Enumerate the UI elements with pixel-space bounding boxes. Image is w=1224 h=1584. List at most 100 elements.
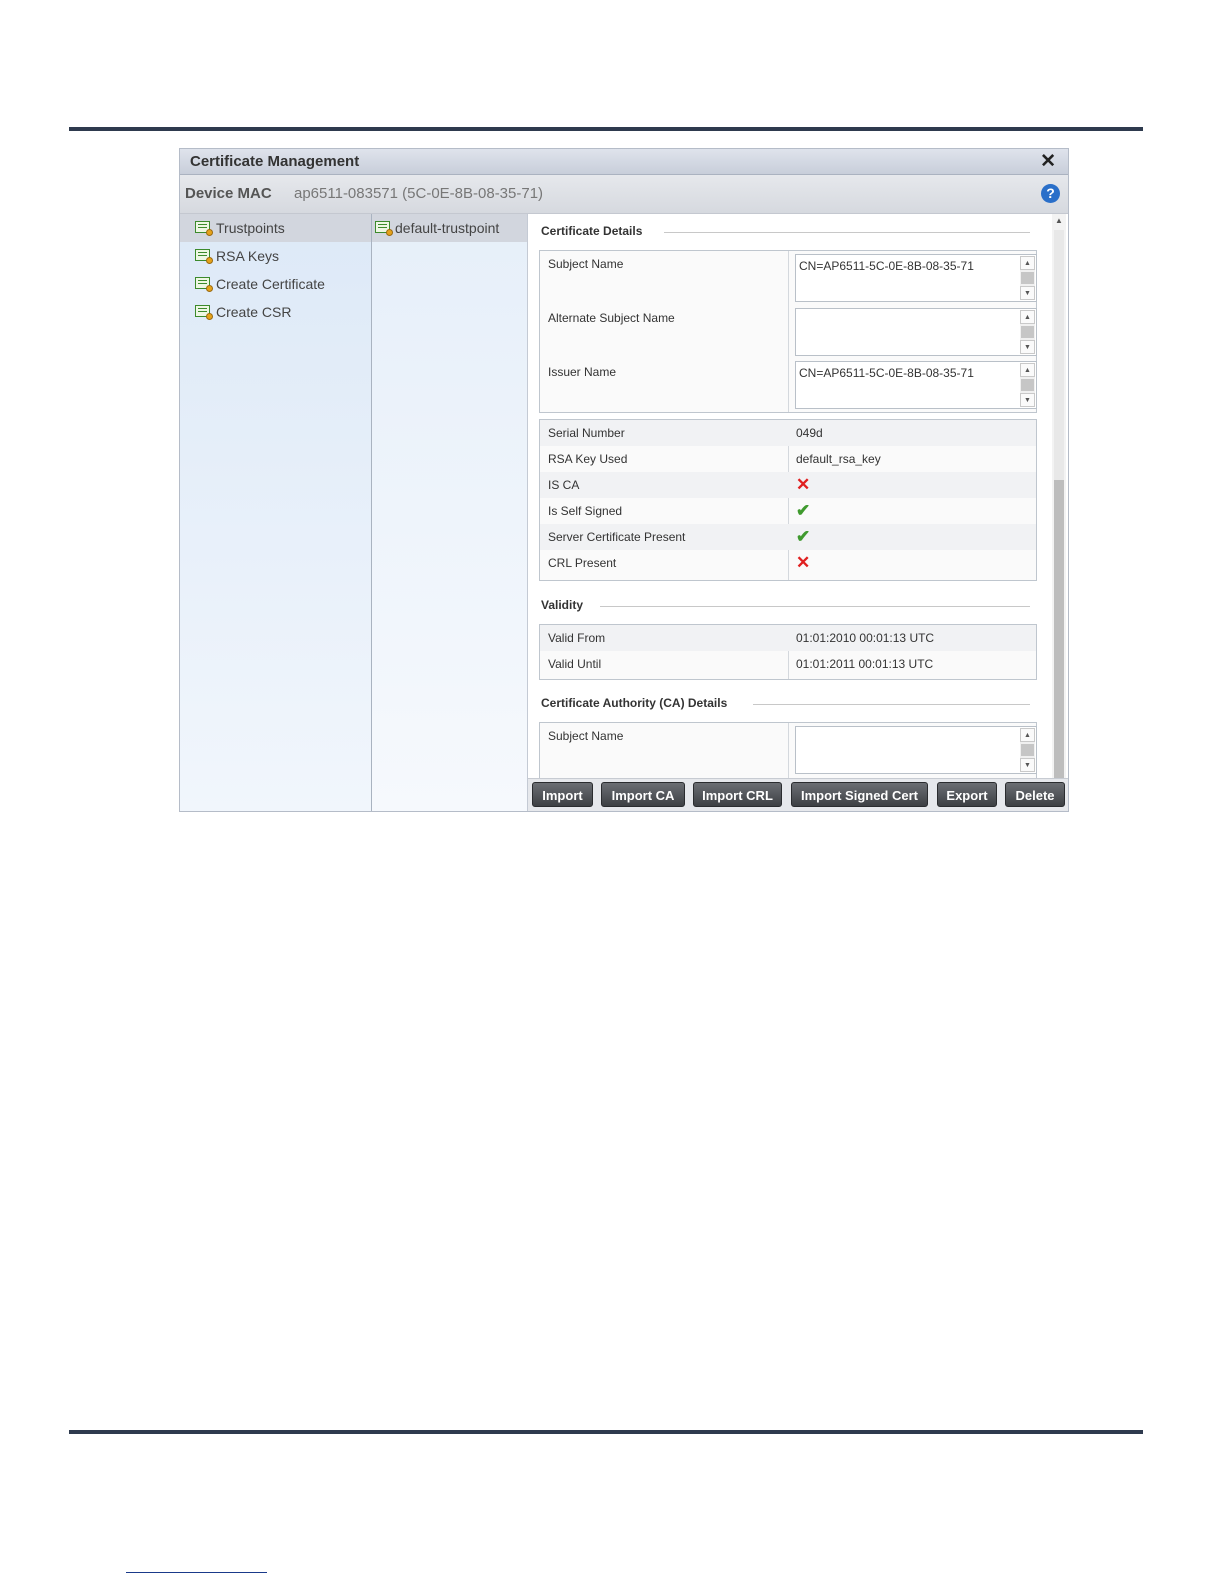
- import-button[interactable]: Import: [532, 782, 593, 807]
- details-scroll-area: Certificate Details Subject Name CN=AP65…: [528, 214, 1050, 781]
- textarea-scrollbar[interactable]: ▲ ▼: [1020, 310, 1035, 354]
- certificate-icon: [195, 277, 213, 292]
- top-rule: [69, 127, 1143, 131]
- table-row: IS CA ✕: [540, 472, 1036, 498]
- trustpoint-list: default-trustpoint: [372, 214, 528, 811]
- close-icon[interactable]: ✕: [1040, 150, 1056, 173]
- property-value: 049d: [796, 426, 823, 440]
- details-panel: Certificate Details Subject Name CN=AP65…: [528, 214, 1068, 811]
- ca-subject-name-label: Subject Name: [548, 729, 624, 743]
- nav-item-label: Trustpoints: [216, 220, 285, 236]
- nav-item-rsa-keys[interactable]: RSA Keys: [180, 242, 371, 270]
- textarea-scrollbar[interactable]: ▲ ▼: [1020, 256, 1035, 300]
- cross-icon: ✕: [796, 553, 811, 572]
- property-label: Server Certificate Present: [548, 530, 686, 544]
- property-label: Is Self Signed: [548, 504, 623, 518]
- validity-value: 01:01:2010 00:01:13 UTC: [796, 631, 935, 645]
- scroll-up-icon[interactable]: ▲: [1020, 363, 1035, 377]
- property-label: IS CA: [548, 478, 580, 492]
- certificate-icon: [375, 221, 393, 236]
- dialog-title: Certificate Management: [190, 153, 360, 170]
- property-value: default_rsa_key: [796, 452, 881, 466]
- alt-subject-name-field[interactable]: ▲ ▼: [795, 308, 1037, 356]
- scroll-down-icon[interactable]: ▼: [1020, 758, 1035, 772]
- table-row: Serial Number 049d: [540, 420, 1036, 446]
- import-signed-cert-button[interactable]: Import Signed Cert: [791, 782, 928, 807]
- ca-details-box: Subject Name ▲ ▼: [539, 722, 1037, 781]
- scroll-up-icon[interactable]: ▲: [1020, 256, 1035, 270]
- certificate-icon: [195, 221, 213, 236]
- subject-name-value: CN=AP6511-5C-0E-8B-08-35-71: [799, 259, 974, 273]
- trustpoint-item-default[interactable]: default-trustpoint: [372, 214, 527, 242]
- textarea-scrollbar[interactable]: ▲ ▼: [1020, 728, 1035, 772]
- validity-value: 01:01:2011 00:01:13 UTC: [796, 657, 934, 671]
- table-row: Valid From 01:01:2010 00:01:13 UTC: [540, 625, 1036, 651]
- nav-item-label: Create Certificate: [216, 276, 325, 292]
- trustpoint-label: default-trustpoint: [395, 220, 500, 236]
- device-mac-label: Device MAC: [185, 185, 272, 202]
- section-divider: [664, 232, 1030, 233]
- device-mac-bar: Device MAC ap6511-083571 (5C-0E-8B-08-35…: [180, 175, 1068, 214]
- certificate-icon: [195, 249, 213, 264]
- property-label: Serial Number: [548, 426, 625, 440]
- certificate-icon: [195, 305, 213, 320]
- textarea-scrollbar[interactable]: ▲ ▼: [1020, 363, 1035, 407]
- alt-subject-name-label: Alternate Subject Name: [548, 311, 675, 325]
- import-ca-button[interactable]: Import CA: [601, 782, 685, 807]
- ca-subject-name-field[interactable]: ▲ ▼: [795, 726, 1037, 774]
- subject-name-field[interactable]: CN=AP6511-5C-0E-8B-08-35-71 ▲ ▼: [795, 254, 1037, 302]
- device-mac-value: ap6511-083571 (5C-0E-8B-08-35-71): [294, 185, 544, 202]
- validity-label: Valid From: [548, 631, 606, 645]
- property-label: CRL Present: [548, 556, 617, 570]
- import-crl-button[interactable]: Import CRL: [693, 782, 782, 807]
- scroll-track[interactable]: [1054, 230, 1064, 780]
- scroll-up-icon[interactable]: ▲: [1020, 310, 1035, 324]
- table-row: Is Self Signed ✔: [540, 498, 1036, 524]
- delete-button[interactable]: Delete: [1005, 782, 1065, 807]
- scroll-thumb[interactable]: [1021, 272, 1034, 284]
- ca-details-heading: Certificate Authority (CA) Details: [541, 696, 728, 710]
- property-label: RSA Key Used: [548, 452, 628, 466]
- dialog-titlebar: Certificate Management ✕: [180, 149, 1068, 175]
- checkmark-icon: ✔: [796, 501, 811, 520]
- scroll-thumb[interactable]: [1054, 480, 1064, 780]
- table-row: CRL Present ✕: [540, 550, 1036, 576]
- section-divider: [600, 606, 1030, 607]
- certificate-names-box: Subject Name CN=AP6511-5C-0E-8B-08-35-71…: [539, 250, 1037, 413]
- validity-heading: Validity: [541, 598, 584, 612]
- export-button[interactable]: Export: [937, 782, 997, 807]
- nav-item-create-csr[interactable]: Create CSR: [180, 298, 371, 326]
- nav-item-create-certificate[interactable]: Create Certificate: [180, 270, 371, 298]
- scroll-down-icon[interactable]: ▼: [1020, 393, 1035, 407]
- issuer-name-field[interactable]: CN=AP6511-5C-0E-8B-08-35-71 ▲ ▼: [795, 361, 1037, 409]
- column-divider: [788, 251, 789, 412]
- column-divider: [788, 723, 789, 781]
- certificate-details-heading: Certificate Details: [541, 224, 643, 238]
- table-row: Valid Until 01:01:2011 00:01:13 UTC: [540, 651, 1036, 677]
- validity-table: Valid From 01:01:2010 00:01:13 UTC Valid…: [539, 624, 1037, 680]
- scroll-up-icon[interactable]: ▲: [1020, 728, 1035, 742]
- scroll-up-icon[interactable]: ▲: [1052, 214, 1066, 228]
- certificate-management-dialog: Certificate Management ✕ Device MAC ap65…: [179, 148, 1069, 812]
- nav-tree: Trustpoints RSA Keys Create Certificate …: [180, 214, 372, 811]
- scroll-thumb[interactable]: [1021, 379, 1034, 391]
- nav-item-label: Create CSR: [216, 304, 292, 320]
- scroll-thumb[interactable]: [1021, 326, 1034, 338]
- scroll-thumb[interactable]: [1021, 744, 1034, 756]
- validity-label: Valid Until: [548, 657, 602, 671]
- help-icon[interactable]: ?: [1041, 184, 1060, 203]
- issuer-name-value: CN=AP6511-5C-0E-8B-08-35-71: [799, 366, 974, 380]
- table-row: RSA Key Used default_rsa_key: [540, 446, 1036, 472]
- action-button-bar: Import Import CA Import CRL Import Signe…: [528, 778, 1068, 811]
- checkmark-icon: ✔: [796, 527, 811, 546]
- table-row: Server Certificate Present ✔: [540, 524, 1036, 550]
- scroll-down-icon[interactable]: ▼: [1020, 286, 1035, 300]
- subject-name-label: Subject Name: [548, 257, 624, 271]
- nav-item-trustpoints[interactable]: Trustpoints: [180, 214, 371, 242]
- scroll-down-icon[interactable]: ▼: [1020, 340, 1035, 354]
- cross-icon: ✕: [796, 475, 811, 494]
- issuer-name-label: Issuer Name: [548, 365, 617, 379]
- nav-item-label: RSA Keys: [216, 248, 280, 264]
- details-scrollbar[interactable]: ▲: [1052, 214, 1066, 781]
- footer-link-underline: [126, 1572, 267, 1573]
